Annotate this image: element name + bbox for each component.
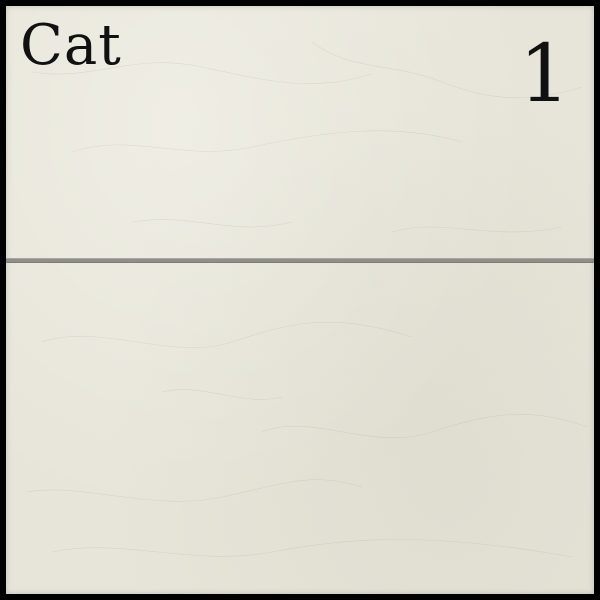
card-number: 1 [519, 27, 570, 120]
card-frame: Cat 1 [0, 0, 600, 600]
paper-texture [26, 41, 588, 558]
card-title: Cat [20, 13, 122, 78]
word-card[interactable] [6, 6, 594, 594]
card-fold-line [6, 258, 594, 263]
